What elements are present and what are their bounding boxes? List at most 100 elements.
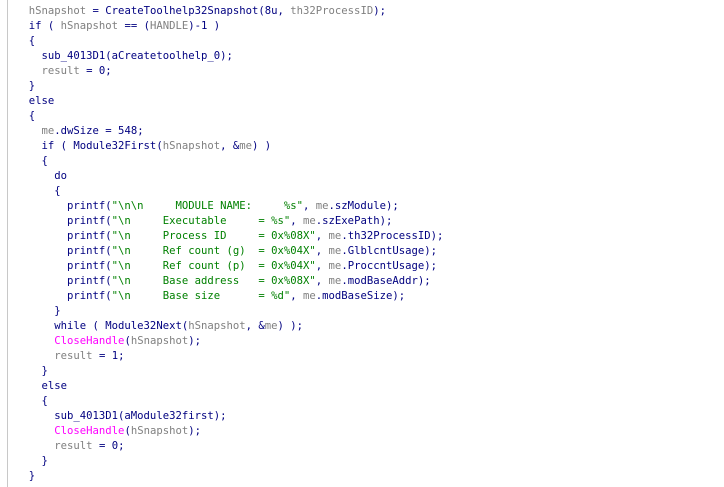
code-token: = CreateToolhelp32Snapshot(8u,	[86, 5, 291, 17]
variable-token: hSnapshot	[28, 5, 87, 17]
code-line[interactable]: me.dwSize = 548;	[16, 124, 443, 139]
code-token: printf(	[16, 290, 112, 302]
code-token: {	[16, 35, 36, 47]
variable-token: me	[328, 275, 342, 287]
code-line[interactable]: }	[16, 364, 443, 379]
code-token: );	[373, 5, 386, 17]
variable-token: me	[303, 290, 316, 302]
variable-token: hSnapshot	[130, 335, 189, 347]
string-literal-token: "\n Process ID = 0x%08X"	[111, 230, 316, 242]
code-line[interactable]: {	[16, 109, 443, 124]
variable-token: me	[41, 125, 55, 137]
string-literal-token: "\n Executable = %s"	[111, 215, 291, 227]
variable-token: result	[54, 350, 93, 362]
code-token: else	[16, 95, 55, 107]
code-line[interactable]: }	[16, 454, 443, 469]
variable-token: me	[328, 245, 342, 257]
variable-token: me	[328, 230, 342, 242]
code-token: while ( Module32Next(	[16, 320, 189, 332]
code-line[interactable]: hSnapshot = CreateToolhelp32Snapshot(8u,…	[16, 4, 443, 19]
code-token: ,	[290, 290, 304, 302]
code-token: ,	[290, 215, 304, 227]
pseudocode-view[interactable]: hSnapshot = CreateToolhelp32Snapshot(8u,…	[0, 0, 724, 487]
code-line[interactable]: printf("\n Ref count (g) = 0x%04X", me.G…	[16, 244, 443, 259]
code-token: ,	[315, 260, 329, 272]
code-token: }	[16, 80, 36, 92]
code-token: .th32ProcessID);	[341, 230, 444, 242]
code-token: printf(	[16, 275, 112, 287]
code-token: ,	[315, 230, 329, 242]
code-line[interactable]: printf("\n Base size = %d", me.modBaseSi…	[16, 289, 443, 304]
code-line[interactable]: }	[16, 304, 443, 319]
code-line[interactable]: CloseHandle(hSnapshot);	[16, 424, 443, 439]
code-line[interactable]: {	[16, 184, 443, 199]
string-literal-token: "\n Ref count (p) = 0x%04X"	[111, 260, 316, 272]
code-line[interactable]: {	[16, 34, 443, 49]
code-line[interactable]: if ( Module32First(hSnapshot, &me) )	[16, 139, 443, 154]
code-line[interactable]: while ( Module32Next(hSnapshot, &me) );	[16, 319, 443, 334]
code-token: )-1 )	[188, 20, 221, 32]
code-line[interactable]: printf("\n Executable = %s", me.szExePat…	[16, 214, 443, 229]
code-token: = 0;	[79, 65, 112, 77]
variable-token: result	[41, 65, 80, 77]
variable-token: result	[54, 440, 93, 452]
code-token: if (	[16, 20, 61, 32]
code-line[interactable]: CloseHandle(hSnapshot);	[16, 334, 443, 349]
code-token: ,	[303, 200, 316, 212]
code-token: printf(	[16, 215, 112, 227]
code-token: {	[16, 185, 61, 197]
code-line[interactable]: result = 0;	[16, 439, 443, 454]
variable-token: hSnapshot	[162, 140, 221, 152]
code-token: .modBaseSize);	[315, 290, 406, 302]
code-token: == (	[118, 20, 150, 32]
code-line[interactable]: sub_4013D1(aModule32first);	[16, 409, 443, 424]
code-line[interactable]: else	[16, 379, 443, 394]
code-line[interactable]: {	[16, 394, 443, 409]
code-line[interactable]: {	[16, 154, 443, 169]
code-token: = 0;	[92, 440, 125, 452]
code-token: }	[16, 365, 48, 377]
code-token: ) );	[277, 320, 304, 332]
pseudocode-listing[interactable]: hSnapshot = CreateToolhelp32Snapshot(8u,…	[16, 4, 444, 484]
code-token: sub_4013D1(aModule32first);	[16, 410, 227, 422]
code-token: .ProccntUsage);	[341, 260, 437, 272]
code-line[interactable]: }	[16, 79, 443, 94]
code-token: }	[16, 470, 36, 482]
code-token: }	[16, 455, 48, 467]
code-line[interactable]: printf("\n Base address = 0x%08X", me.mo…	[16, 274, 443, 289]
code-token: printf(	[16, 245, 112, 257]
code-line[interactable]: if ( hSnapshot == (HANDLE)-1 )	[16, 19, 443, 34]
code-token: , &	[245, 320, 265, 332]
string-literal-token: "\n Base size = %d"	[111, 290, 291, 302]
code-line[interactable]: printf("\n Ref count (p) = 0x%04X", me.P…	[16, 259, 443, 274]
code-token: printf(	[16, 260, 112, 272]
code-line[interactable]: }	[16, 469, 443, 484]
code-line[interactable]: result = 1;	[16, 349, 443, 364]
code-token: {	[16, 395, 48, 407]
variable-token: hSnapshot	[60, 20, 119, 32]
code-line[interactable]: sub_4013D1(aCreatetoolhelp_0);	[16, 49, 443, 64]
code-token: );	[188, 335, 202, 347]
code-line[interactable]: else	[16, 94, 443, 109]
variable-token: hSnapshot	[188, 320, 246, 332]
code-line[interactable]: printf("\n\n MODULE NAME: %s", me.szModu…	[16, 199, 443, 214]
pane-divider	[7, 0, 8, 487]
code-token: .modBaseAddr);	[341, 275, 431, 287]
code-token: else	[16, 380, 68, 392]
variable-token: HANDLE	[149, 20, 189, 32]
code-line[interactable]: do	[16, 169, 443, 184]
code-token: {	[16, 110, 36, 122]
variable-token: me	[315, 200, 329, 212]
string-literal-token: "\n Base address = 0x%08X"	[111, 275, 316, 287]
code-token: ) )	[252, 140, 272, 152]
code-line[interactable]: printf("\n Process ID = 0x%08X", me.th32…	[16, 229, 443, 244]
code-line[interactable]: result = 0;	[16, 64, 443, 79]
variable-token: th32ProcessID	[290, 5, 374, 17]
code-token: .dwSize = 548;	[54, 125, 144, 137]
code-token: printf(	[16, 200, 112, 212]
